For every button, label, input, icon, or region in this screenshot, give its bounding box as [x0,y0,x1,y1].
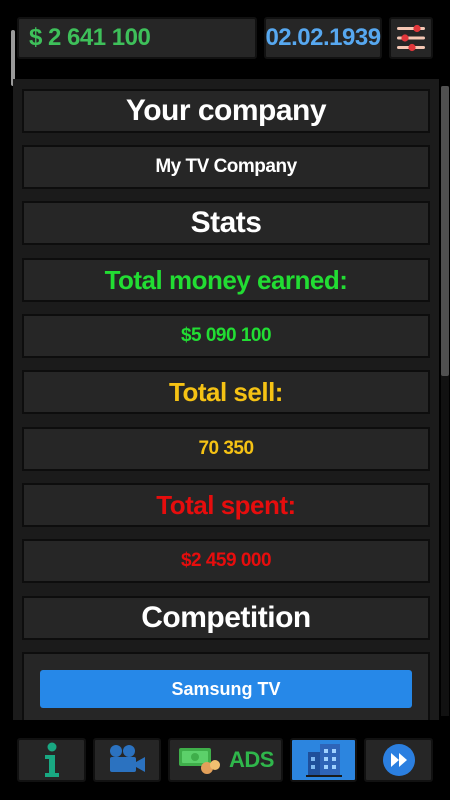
total-earned-label: Total money earned: [22,258,430,302]
section-title-competition: Competition [22,596,430,640]
scrollbar[interactable] [441,86,449,716]
company-panel: Your company My TV Company Stats Total m… [13,79,439,720]
bottom-nav: ADS [0,728,450,800]
fast-forward-icon [382,744,415,776]
camera-icon [110,745,145,772]
competitor-button-samsung-tv[interactable]: Samsung TV [40,670,412,708]
competitor-list: Samsung TV [22,652,430,720]
info-icon [44,742,59,777]
ads-label: ADS [229,747,274,772]
company-name: My TV Company [22,145,430,189]
money-icon [179,748,221,774]
total-spent-label: Total spent: [22,483,430,527]
total-earned-value: $5 090 100 [22,314,430,358]
left-scroll-indicator [11,30,15,86]
scrollbar-thumb[interactable] [441,86,449,376]
nav-company-button[interactable] [290,738,357,782]
total-spent-value: $2 459 000 [22,539,430,583]
top-bar: $ 2 641 100 02.02.1939 [0,0,450,86]
date-display: 02.02.1939 [264,17,382,59]
sliders-icon [397,24,425,52]
nav-info-button[interactable] [17,738,86,782]
settings-button[interactable] [389,17,433,59]
nav-ads-button[interactable]: ADS [168,738,283,782]
section-title-your-company: Your company [22,89,430,133]
nav-studio-button[interactable] [93,738,161,782]
money-display: $ 2 641 100 [17,17,257,59]
section-title-stats: Stats [22,201,430,245]
total-sell-label: Total sell: [22,370,430,414]
building-icon [305,744,342,777]
total-sell-value: 70 350 [22,427,430,471]
nav-next-button[interactable] [364,738,433,782]
